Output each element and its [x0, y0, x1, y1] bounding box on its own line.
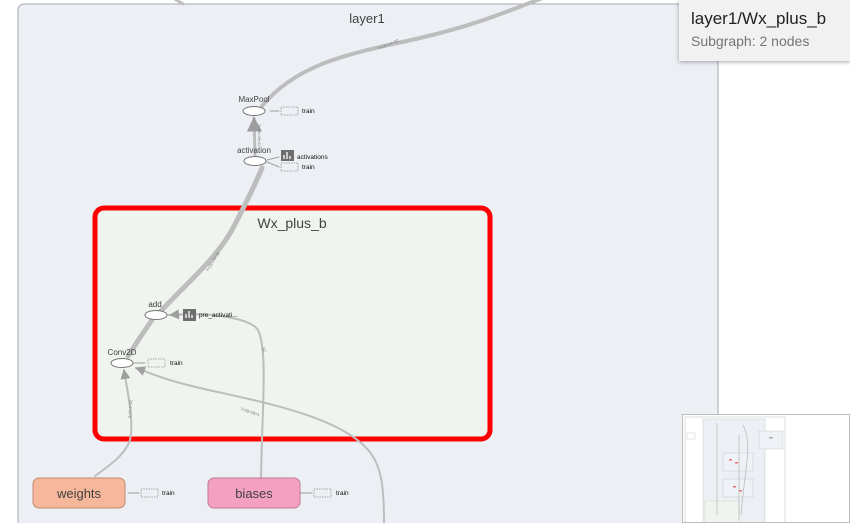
pre-activations-summary-label: pre_activati...	[199, 312, 238, 319]
edge-top-left	[173, 0, 185, 6]
conv2d-label: Conv2D	[108, 348, 137, 357]
info-card-subtitle: Subgraph: 2 nodes	[691, 33, 810, 49]
edge-label-activation-to-maxpool: ?×28×28×32	[257, 124, 262, 147]
wx-plus-b-group-label: Wx_plus_b	[257, 215, 326, 231]
conv2d-ellipse[interactable]	[110, 358, 134, 368]
layer1-group-label: layer1	[349, 11, 384, 26]
activation-label: activation	[237, 146, 271, 155]
biases-label: biases	[235, 486, 273, 501]
activations-summary-label: activations	[297, 154, 328, 161]
maxpool-train-label: train	[302, 108, 315, 115]
minimap-preview	[683, 415, 849, 522]
weights-label: weights	[56, 486, 102, 501]
biases-train-label: train	[336, 490, 349, 497]
maxpool-label: MaxPool	[238, 95, 269, 104]
maxpool-ellipse[interactable]	[242, 106, 266, 116]
wx-plus-b-group[interactable]	[92, 205, 493, 442]
conv2d-train-label: train	[170, 360, 183, 367]
activation-train-label: train	[302, 164, 315, 171]
info-card-title: layer1/Wx_plus_b	[691, 9, 827, 28]
add-label: add	[148, 300, 161, 309]
add-ellipse[interactable]	[144, 310, 168, 320]
weights-train-label: train	[162, 490, 175, 497]
activation-ellipse[interactable]	[243, 156, 267, 166]
info-card: layer1/Wx_plus_b Subgraph: 2 nodes	[679, 0, 850, 61]
minimap[interactable]	[682, 414, 850, 523]
